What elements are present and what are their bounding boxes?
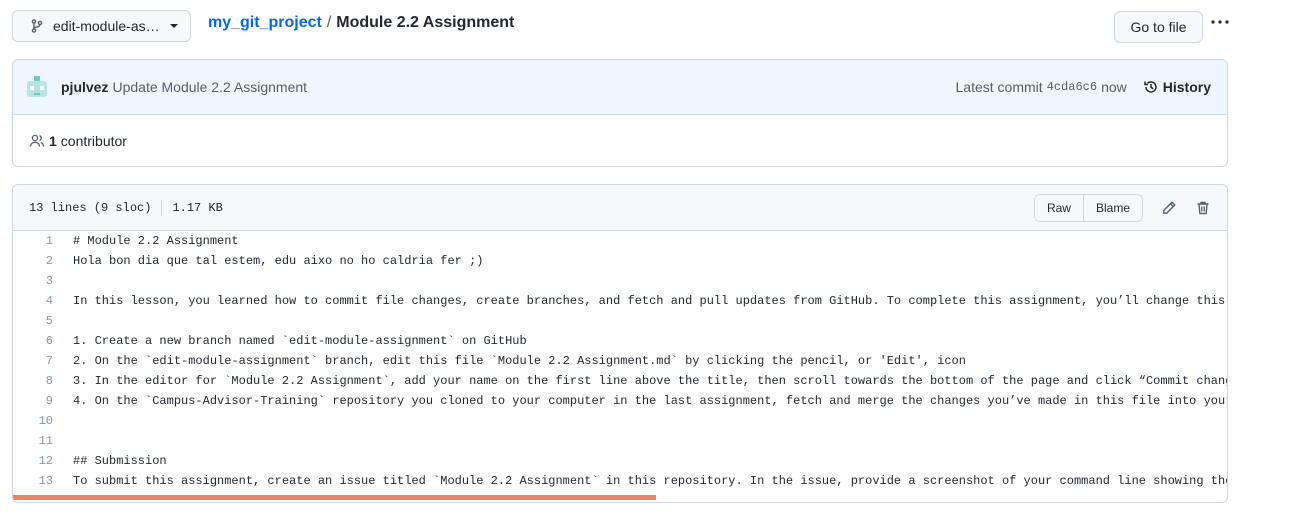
commit-message-link[interactable]: Update Module 2.2 Assignment bbox=[112, 79, 307, 95]
code-line: 7 2. On the `edit-module-assignment` bran… bbox=[13, 351, 1227, 371]
repo-link[interactable]: my_git_project bbox=[208, 14, 322, 32]
line-content: 2. On the `edit-module-assignment` branc… bbox=[73, 354, 966, 368]
file-actions-group: Raw Blame bbox=[1033, 193, 1143, 222]
pencil-icon[interactable] bbox=[1161, 200, 1177, 216]
commit-sha-link[interactable]: 4cda6c6 bbox=[1047, 80, 1097, 94]
line-content: ## Submission bbox=[73, 454, 167, 468]
code-lines: 1 # Module 2.2 Assignment 2 Hola bon dia qu… bbox=[13, 231, 1227, 491]
horizontal-scrollbar[interactable] bbox=[13, 495, 656, 500]
line-content: 4. On the `Campus-Advisor-Training` repo… bbox=[73, 394, 1227, 408]
line-number[interactable]: 8 bbox=[13, 374, 53, 388]
more-options-button[interactable] bbox=[1210, 12, 1230, 32]
code-line: 9 4. On the `Campus-Advisor-Training` rep… bbox=[13, 391, 1227, 411]
line-number[interactable]: 12 bbox=[13, 454, 53, 468]
avatar[interactable] bbox=[25, 75, 49, 99]
code-line: 10 bbox=[13, 411, 1227, 431]
raw-button[interactable]: Raw bbox=[1034, 194, 1083, 221]
breadcrumb: my_git_project / Module 2.2 Assignment bbox=[208, 14, 514, 32]
code-line: 13 To submit this assignment, create an i… bbox=[13, 471, 1227, 491]
code-line: 8 3. In the editor for `Module 2.2 Assign… bbox=[13, 371, 1227, 391]
file-name: Module 2.2 Assignment bbox=[336, 14, 515, 31]
line-number[interactable]: 1 bbox=[13, 234, 53, 248]
kebab-horizontal-icon bbox=[1211, 20, 1229, 24]
line-content: Hola bon dia que tal estem, edu aixo no … bbox=[73, 254, 484, 268]
code-line: 6 1. Create a new branch named `edit-modu… bbox=[13, 331, 1227, 351]
line-content: In this lesson, you learned how to commi… bbox=[73, 294, 1226, 308]
code-line: 4 In this lesson, you learned how to comm… bbox=[13, 291, 1227, 311]
line-content: 1. Create a new branch named `edit-modul… bbox=[73, 334, 527, 348]
commit-author-link[interactable]: pjulvez bbox=[61, 79, 108, 95]
commit-meta: Latest commit 4cda6c6 now History bbox=[956, 79, 1211, 95]
line-content: 3. In the editor for `Module 2.2 Assignm… bbox=[73, 374, 1227, 388]
code-line: 11 bbox=[13, 431, 1227, 451]
file-info: 13 lines (9 sloc) 1.17 KB bbox=[29, 199, 223, 216]
chevron-down-icon bbox=[170, 24, 178, 28]
history-link[interactable]: History bbox=[1143, 79, 1211, 95]
contributors-row[interactable]: 1 contributor bbox=[13, 115, 1227, 166]
line-number[interactable]: 6 bbox=[13, 334, 53, 348]
line-number[interactable]: 7 bbox=[13, 354, 53, 368]
line-content: To submit this assignment, create an iss… bbox=[73, 474, 1227, 488]
file-size: 1.17 KB bbox=[172, 200, 223, 215]
file-viewer: 13 lines (9 sloc) 1.17 KB Raw Blame 1 # M… bbox=[12, 184, 1228, 503]
line-content: # Module 2.2 Assignment bbox=[73, 234, 239, 248]
code-line: 1 # Module 2.2 Assignment bbox=[13, 231, 1227, 251]
line-number[interactable]: 4 bbox=[13, 294, 53, 308]
breadcrumb-separator: / bbox=[326, 14, 332, 31]
code-line: 12 ## Submission bbox=[13, 451, 1227, 471]
code-line: 5 bbox=[13, 311, 1227, 331]
contributor-count: 1 bbox=[49, 133, 57, 149]
line-number[interactable]: 3 bbox=[13, 274, 53, 288]
latest-commit-label: Latest commit bbox=[955, 79, 1043, 95]
branch-select-button[interactable]: edit-module-as… bbox=[12, 10, 191, 42]
code-line: 3 bbox=[13, 271, 1227, 291]
people-icon bbox=[29, 133, 45, 149]
line-number[interactable]: 9 bbox=[13, 394, 53, 408]
branch-name: edit-module-as… bbox=[53, 18, 160, 34]
commit-header: pjulvez Update Module 2.2 Assignment Lat… bbox=[13, 60, 1227, 115]
line-number[interactable]: 2 bbox=[13, 254, 53, 268]
trash-icon[interactable] bbox=[1195, 200, 1211, 216]
line-number[interactable]: 13 bbox=[13, 474, 53, 488]
code-line: 2 Hola bon dia que tal estem, edu aixo no… bbox=[13, 251, 1227, 271]
commit-time: now bbox=[1101, 79, 1127, 95]
line-number[interactable]: 10 bbox=[13, 414, 53, 428]
blame-button[interactable]: Blame bbox=[1082, 194, 1142, 221]
history-icon bbox=[1143, 79, 1159, 95]
divider bbox=[161, 199, 163, 216]
git-branch-icon bbox=[29, 18, 45, 34]
contributor-label: contributor bbox=[60, 133, 127, 149]
go-to-file-button[interactable]: Go to file bbox=[1114, 11, 1203, 43]
file-lines-info: 13 lines (9 sloc) bbox=[29, 200, 152, 215]
history-label: History bbox=[1162, 79, 1211, 95]
file-header: 13 lines (9 sloc) 1.17 KB Raw Blame bbox=[13, 185, 1227, 231]
line-number[interactable]: 5 bbox=[13, 314, 53, 328]
latest-commit-box: pjulvez Update Module 2.2 Assignment Lat… bbox=[12, 59, 1228, 167]
code-view: 1 # Module 2.2 Assignment 2 Hola bon dia qu… bbox=[13, 231, 1227, 502]
line-number[interactable]: 11 bbox=[13, 434, 53, 448]
